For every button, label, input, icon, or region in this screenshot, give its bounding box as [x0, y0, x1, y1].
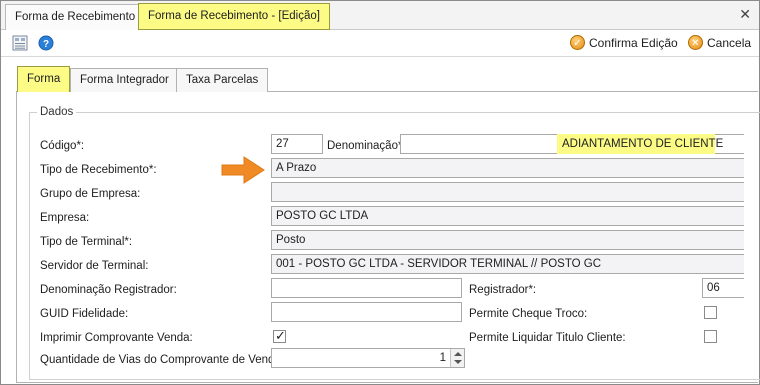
- confirm-label: Confirma Edição: [589, 36, 678, 50]
- denominacao-label: Denominação*:: [327, 140, 406, 152]
- toolbar: ? ✓ Confirma Edição ✕ Cancela: [1, 30, 759, 57]
- confirm-icon: ✓: [570, 35, 585, 51]
- spin-buttons[interactable]: [450, 349, 464, 367]
- group-title: Dados: [37, 106, 77, 118]
- servidor-terminal-field[interactable]: 001 - POSTO GC LTDA - SERVIDOR TERMINAL …: [271, 254, 744, 274]
- close-icon[interactable]: ✕: [739, 6, 751, 23]
- registrador-label: Registrador*:: [469, 284, 537, 296]
- grupo-empresa-field[interactable]: [271, 182, 744, 202]
- tab-label: Forma de Recebimento: [15, 11, 136, 23]
- codigo-field[interactable]: 27: [271, 134, 323, 154]
- tab-label: Forma: [27, 73, 61, 85]
- codigo-label: Código*:: [40, 140, 85, 152]
- quantidade-vias-value: 1: [439, 352, 446, 364]
- document-tab-strip: Forma de Recebimento Forma de Recebiment…: [1, 1, 759, 30]
- help-icon[interactable]: ?: [38, 35, 54, 51]
- permite-cheque-troco-checkbox[interactable]: [704, 306, 717, 319]
- confirm-edit-button[interactable]: ✓ Confirma Edição: [570, 34, 678, 52]
- empresa-field[interactable]: POSTO GC LTDA: [271, 206, 744, 226]
- tab-label: Forma de Recebimento - [Edição]: [148, 10, 320, 22]
- cancel-label: Cancela: [707, 36, 752, 50]
- check-icon: ✓: [275, 328, 286, 343]
- empresa-label: Empresa:: [40, 212, 90, 224]
- imprimir-comprovante-checkbox[interactable]: ✓: [273, 328, 286, 343]
- denominacao-registrador-field[interactable]: [271, 278, 462, 298]
- tab-taxa-parcelas[interactable]: Taxa Parcelas: [176, 68, 269, 92]
- tab-forma-recebimento[interactable]: Forma de Recebimento: [5, 4, 146, 30]
- servidor-terminal-label: Servidor de Terminal:: [40, 260, 149, 272]
- tipo-terminal-label: Tipo de Terminal*:: [40, 236, 133, 248]
- grupo-empresa-label: Grupo de Empresa:: [40, 188, 141, 200]
- permite-liquidar-titulo-label: Permite Liquidar Titulo Cliente:: [469, 332, 626, 344]
- denominacao-registrador-label: Denominação Registrador:: [40, 284, 177, 296]
- permite-liquidar-titulo-checkbox[interactable]: [704, 330, 717, 343]
- tipo-terminal-field[interactable]: Posto: [271, 230, 744, 250]
- tab-label: Taxa Parcelas: [186, 74, 259, 86]
- imprimir-comprovante-label: Imprimir Comprovante Venda:: [40, 332, 193, 344]
- tipo-recebimento-field[interactable]: A Prazo: [271, 158, 744, 178]
- tab-label: Forma Integrador: [80, 74, 169, 86]
- quantidade-vias-label: Quantidade de Vias do Comprovante de Ven…: [40, 354, 285, 366]
- denominacao-value-highlight: ADIANTAMENTO DE CLIENTE: [557, 134, 723, 154]
- tab-forma[interactable]: Forma: [17, 66, 71, 92]
- spin-up-icon[interactable]: [454, 352, 462, 356]
- report-icon[interactable]: [12, 35, 28, 51]
- spin-down-icon[interactable]: [454, 360, 462, 364]
- guid-fidelidade-field[interactable]: [271, 302, 462, 322]
- cancel-icon: ✕: [688, 35, 703, 51]
- tab-forma-recebimento-edicao[interactable]: Forma de Recebimento - [Edição]: [138, 3, 330, 30]
- arrow-annotation-icon: [221, 156, 265, 184]
- tab-forma-integrador[interactable]: Forma Integrador: [70, 68, 179, 92]
- cancel-button[interactable]: ✕ Cancela: [688, 34, 751, 52]
- quantidade-vias-stepper[interactable]: 1: [271, 348, 465, 368]
- registrador-field[interactable]: 06: [702, 278, 744, 298]
- svg-text:?: ?: [43, 39, 49, 50]
- tipo-recebimento-label: Tipo de Recebimento*:: [40, 164, 157, 176]
- permite-cheque-troco-label: Permite Cheque Troco:: [469, 308, 588, 320]
- guid-fidelidade-label: GUID Fidelidade:: [40, 308, 129, 320]
